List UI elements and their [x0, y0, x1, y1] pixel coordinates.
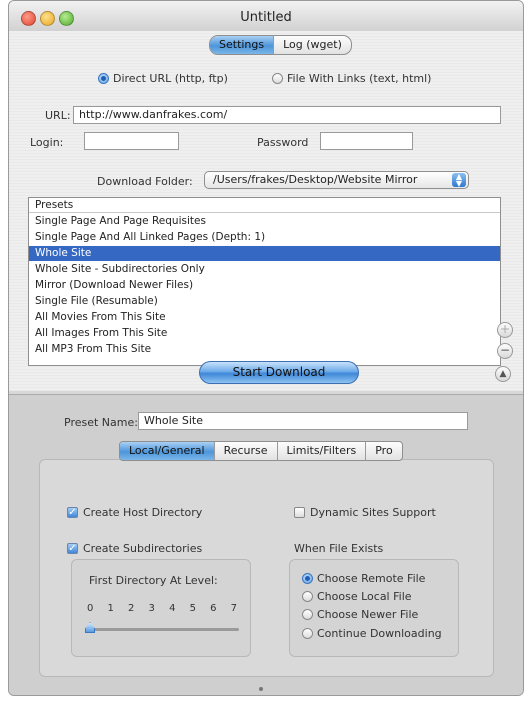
add-preset-icon[interactable]: + [497, 322, 513, 338]
login-label: Login: [30, 136, 64, 149]
create-host-directory-checkbox[interactable]: ✓ [67, 507, 78, 518]
radio-choose-newer-file[interactable] [302, 609, 313, 620]
slider-tick-labels: 0 1 2 3 4 5 6 7 [87, 603, 237, 614]
tick-label: 7 [230, 603, 237, 614]
preset-item[interactable]: Mirror (Download Newer Files) [29, 278, 500, 293]
password-field[interactable] [320, 132, 413, 150]
tick-label: 1 [107, 603, 114, 614]
directory-level-slider-track[interactable] [89, 628, 239, 631]
download-folder-value: /Users/frakes/Desktop/Website Mirror [213, 173, 418, 186]
tick-label: 2 [128, 603, 135, 614]
preset-item[interactable]: Single File (Resumable) [29, 294, 500, 309]
start-download-button[interactable]: Start Download [199, 361, 359, 384]
login-field[interactable] [84, 132, 179, 150]
radio-continue-downloading[interactable] [302, 628, 313, 639]
preset-item-selected[interactable]: Whole Site [29, 246, 500, 261]
radio-file-with-links[interactable] [272, 73, 283, 84]
tab-local-general[interactable]: Local/General [120, 442, 215, 460]
tick-label: 0 [87, 603, 94, 614]
choose-remote-file-label: Choose Remote File [317, 572, 426, 585]
radio-choose-local-file[interactable] [302, 591, 313, 602]
app-window: Untitled Settings Log (wget) Direct URL … [8, 0, 524, 696]
preset-item[interactable]: All Movies From This Site [29, 310, 500, 325]
dynamic-sites-support-checkbox[interactable] [294, 507, 305, 518]
tab-pro[interactable]: Pro [366, 442, 401, 460]
preset-name-field[interactable]: Whole Site [138, 412, 468, 430]
url-label: URL: [45, 109, 71, 122]
radio-file-with-links-label: File With Links (text, html) [287, 72, 432, 85]
options-tab-bar: Local/General Recurse Limits/Filters Pro [119, 441, 403, 461]
continue-downloading-label: Continue Downloading [317, 627, 442, 640]
drawer-resize-handle[interactable] [259, 687, 263, 691]
password-label: Password [257, 136, 309, 149]
radio-choose-remote-file[interactable] [302, 573, 313, 584]
preset-item[interactable]: Single Page And All Linked Pages (Depth:… [29, 230, 500, 245]
radio-direct-url[interactable] [98, 73, 109, 84]
download-folder-popup[interactable]: /Users/frakes/Desktop/Website Mirror ▲ ▼ [204, 171, 469, 189]
presets-list[interactable]: Presets Single Page And Page Requisites … [28, 197, 501, 366]
preset-item[interactable]: All Images From This Site [29, 326, 500, 341]
preset-name-label: Preset Name: [64, 416, 138, 429]
choose-local-file-label: Choose Local File [317, 590, 412, 603]
dynamic-sites-support-label: Dynamic Sites Support [310, 506, 436, 519]
popup-arrows-icon: ▲ ▼ [452, 173, 466, 188]
radio-direct-url-label: Direct URL (http, ftp) [113, 72, 228, 85]
tick-label: 5 [189, 603, 196, 614]
presets-list-header: Presets [29, 198, 500, 213]
remove-preset-icon[interactable]: − [497, 343, 513, 359]
tick-label: 4 [169, 603, 176, 614]
tab-log[interactable]: Log (wget) [274, 36, 351, 54]
create-host-directory-label: Create Host Directory [83, 506, 203, 519]
tab-limits-filters[interactable]: Limits/Filters [278, 442, 367, 460]
tab-recurse[interactable]: Recurse [215, 442, 278, 460]
first-directory-label: First Directory At Level: [89, 574, 218, 587]
choose-newer-file-label: Choose Newer File [317, 608, 419, 621]
when-file-exists-label: When File Exists [294, 542, 384, 555]
create-subdirectories-label: Create Subdirectories [83, 542, 203, 555]
top-tab-bar: Settings Log (wget) [209, 35, 352, 55]
window-title: Untitled [240, 10, 292, 25]
preset-item[interactable]: Whole Site - Subdirectories Only [29, 262, 500, 277]
preset-item[interactable]: All MP3 From This Site [29, 342, 500, 357]
title-bar: Untitled [9, 1, 523, 33]
url-field[interactable]: http://www.danfrakes.com/ [73, 106, 501, 124]
download-folder-label: Download Folder: [97, 175, 193, 188]
tick-label: 6 [210, 603, 217, 614]
preset-item[interactable]: Single Page And Page Requisites [29, 214, 500, 229]
create-subdirectories-checkbox[interactable]: ✓ [67, 543, 78, 554]
tab-settings[interactable]: Settings [210, 36, 275, 54]
tick-label: 3 [148, 603, 155, 614]
disclosure-toggle-icon[interactable]: ▲ [495, 366, 511, 382]
